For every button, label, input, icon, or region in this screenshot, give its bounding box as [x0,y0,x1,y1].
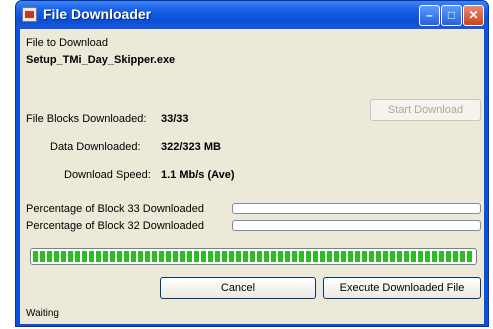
title-bar[interactable]: File Downloader – □ ✕ [16,1,488,29]
block-32-progress-label: Percentage of Block 32 Downloaded [26,220,204,232]
execute-downloaded-file-button[interactable]: Execute Downloaded File [323,277,481,299]
data-downloaded-label: Data Downloaded: [50,141,141,153]
overall-progress-fill [33,251,474,262]
minimize-icon[interactable]: – [419,5,440,26]
file-name: Setup_TMi_Day_Skipper.exe [26,54,176,66]
close-icon[interactable]: ✕ [463,5,484,26]
cancel-button[interactable]: Cancel [160,277,316,299]
dialog-body: File to Download Setup_TMi_Day_Skipper.e… [20,29,484,324]
blocks-downloaded-value: 33/33 [161,113,189,125]
file-downloader-window: File Downloader – □ ✕ File to Download S… [15,0,489,327]
status-text: Waiting [26,308,59,319]
block-33-progress-label: Percentage of Block 33 Downloaded [26,203,204,215]
overall-progress-bar [30,248,477,265]
block-32-progress-bar [232,220,481,231]
download-speed-value: 1.1 Mb/s (Ave) [161,169,235,181]
download-speed-label: Download Speed: [64,169,151,181]
window-title: File Downloader [43,6,152,22]
blocks-downloaded-label: File Blocks Downloaded: [26,113,147,125]
app-icon [22,7,37,22]
start-download-button[interactable]: Start Download [370,99,481,121]
data-downloaded-value: 322/323 MB [161,141,221,153]
file-to-download-label: File to Download [26,37,108,49]
block-33-progress-bar [232,203,481,214]
maximize-icon[interactable]: □ [441,5,462,26]
